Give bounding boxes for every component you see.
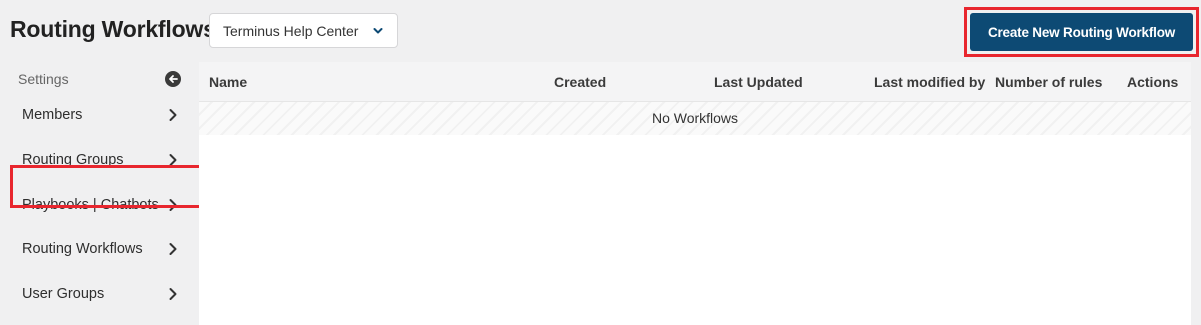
page-title: Routing Workflows <box>10 16 216 42</box>
sidebar-item-routing-workflows[interactable]: Routing Workflows <box>0 227 199 271</box>
sidebar-item-label: Routing Workflows <box>22 241 143 257</box>
settings-label: Settings <box>18 71 69 87</box>
chevron-right-icon <box>169 109 177 121</box>
workflows-table: Name Created Last Updated Last modified … <box>199 62 1191 325</box>
scrollbar-track[interactable] <box>1191 62 1201 325</box>
chevron-right-icon <box>169 288 177 300</box>
sidebar-item-members[interactable]: Members <box>0 93 199 137</box>
column-header-actions: Actions <box>1127 74 1179 90</box>
column-header-last-modified-by[interactable]: Last modified by <box>874 74 985 90</box>
chevron-right-icon <box>169 243 177 255</box>
table-header: Name Created Last Updated Last modified … <box>199 62 1191 102</box>
chevron-down-icon <box>373 28 383 34</box>
create-routing-workflow-button[interactable]: Create New Routing Workflow <box>970 13 1193 51</box>
arrow-left-circle-icon[interactable] <box>165 71 181 87</box>
active-item-highlight <box>10 165 203 208</box>
sidebar-item-label: Members <box>22 107 83 123</box>
help-center-select-value: Terminus Help Center <box>223 22 359 39</box>
sidebar-item-label: User Groups <box>22 286 105 302</box>
help-center-select[interactable]: Terminus Help Center <box>209 13 398 48</box>
column-header-name[interactable]: Name <box>209 74 247 90</box>
empty-state-row: No Workflows <box>199 102 1191 135</box>
column-header-number-of-rules[interactable]: Number of rules <box>995 74 1102 90</box>
column-header-created[interactable]: Created <box>554 74 606 90</box>
sidebar-item-user-groups[interactable]: User Groups <box>0 272 199 316</box>
column-header-last-updated[interactable]: Last Updated <box>714 74 803 90</box>
